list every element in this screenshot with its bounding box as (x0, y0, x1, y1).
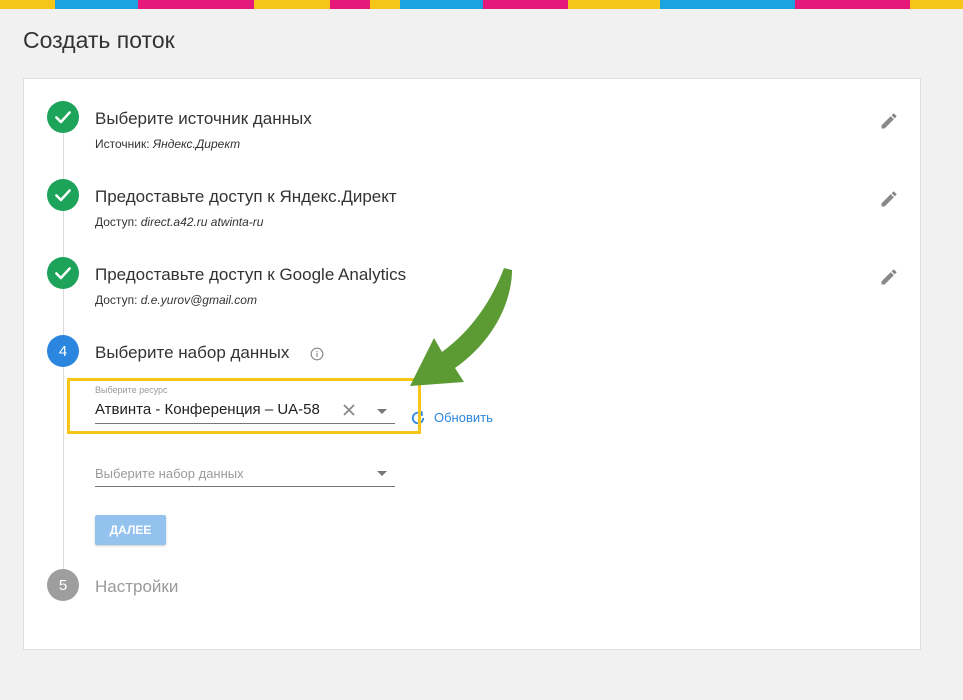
step-2-done-badge (47, 179, 79, 211)
step-1-sub-value: Яндекс.Директ (152, 137, 241, 151)
pencil-icon[interactable] (879, 189, 899, 209)
step-3-sub-value: d.e.yurov@gmail.com (140, 293, 257, 307)
stripe-segment (254, 0, 330, 9)
step-3-subtitle: Доступ: d.e.yurov@gmail.com (95, 293, 257, 307)
stripe-segment (568, 0, 660, 9)
highlight-frame (67, 378, 421, 434)
step-1-subtitle: Источник: Яндекс.Директ (95, 137, 240, 151)
step-1-title: Выберите источник данных (95, 109, 312, 128)
step-2-sub-label: Доступ: (95, 215, 138, 229)
stripe-segment (370, 0, 400, 9)
step-1-sub-label: Источник: (95, 137, 150, 151)
stripe-segment (660, 0, 795, 9)
stripe-segment (55, 0, 138, 9)
next-button[interactable]: ДАЛЕЕ (95, 515, 166, 545)
dataset-select-underline (95, 486, 395, 487)
page-title: Создать поток (23, 27, 175, 53)
stripe-segment (910, 0, 963, 9)
step-4-active-badge: 4 (47, 335, 79, 367)
stripe-segment (138, 0, 254, 9)
check-icon (55, 189, 71, 202)
stripe-segment (795, 0, 910, 9)
step-2-sub-value: direct.a42.ru atwinta-ru (140, 215, 264, 229)
check-icon (55, 267, 71, 280)
stripe-segment (330, 0, 370, 9)
annotation-arrow-icon (410, 268, 512, 386)
step-2-title: Предоставьте доступ к Яндекс.Директ (95, 187, 397, 206)
step-4-title: Выберите набор данных (95, 343, 290, 362)
refresh-link[interactable]: Обновить (434, 410, 493, 425)
step-3-title: Предоставьте доступ к Google Analytics (95, 265, 407, 284)
step-5-title: Настройки (95, 577, 179, 596)
pencil-icon[interactable] (879, 267, 899, 287)
step-1-done-badge (47, 101, 79, 133)
dataset-select-placeholder[interactable]: Выберите набор данных (95, 466, 244, 481)
stripe-segment (483, 0, 568, 9)
caret-down-icon[interactable] (377, 471, 387, 476)
stripe-segment (0, 0, 55, 9)
step-3-done-badge (47, 257, 79, 289)
step-3-sub-label: Доступ: (95, 293, 138, 307)
top-color-stripe (0, 0, 963, 9)
stripe-segment (400, 0, 483, 9)
info-icon[interactable] (310, 347, 324, 361)
step-2-subtitle: Доступ: direct.a42.ru atwinta-ru (95, 215, 263, 229)
step-5-pending-badge: 5 (47, 569, 79, 601)
check-icon (55, 111, 71, 124)
pencil-icon[interactable] (879, 111, 899, 131)
